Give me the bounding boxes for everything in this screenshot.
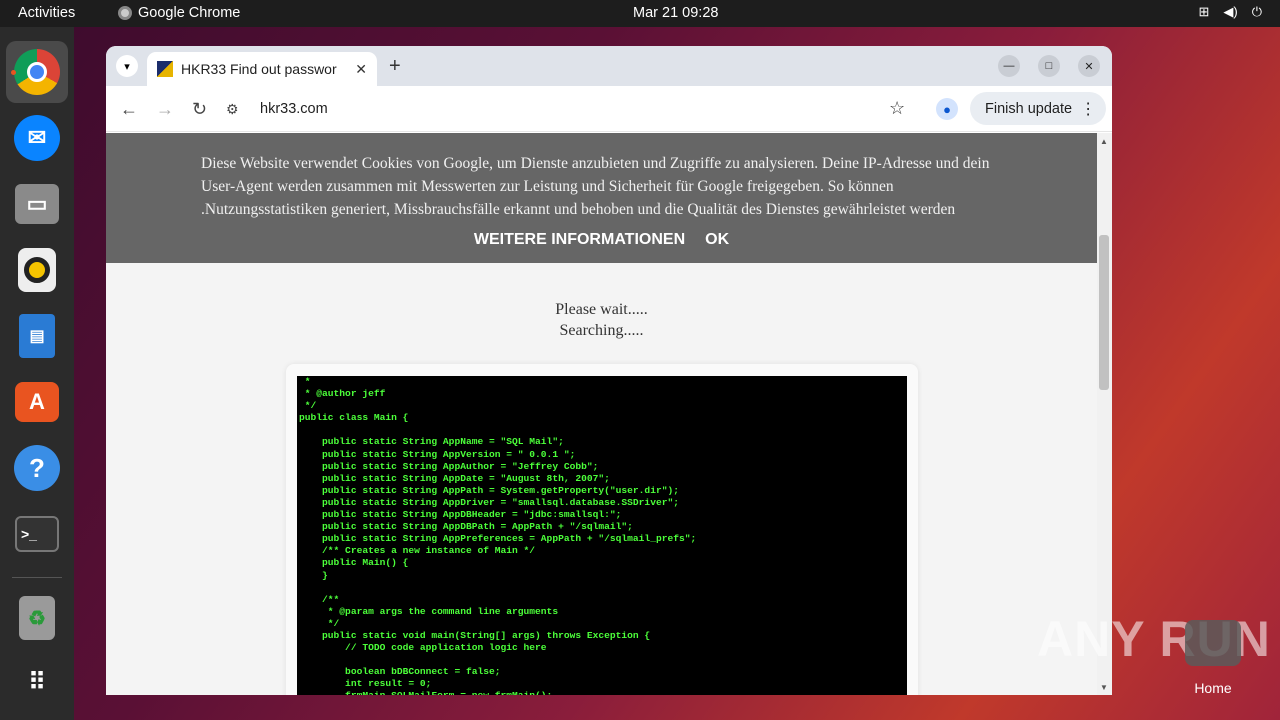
top-bar: Activities Google Chrome Mar 21 09:28 ⊞ … bbox=[0, 0, 1280, 27]
maximize-icon: □ bbox=[1045, 60, 1053, 72]
more-info-link[interactable]: WEITERE INFORMATIONEN bbox=[474, 231, 685, 249]
dock-item-show-apps[interactable]: ⠿ bbox=[6, 651, 68, 713]
home-label: Home bbox=[1194, 680, 1232, 696]
address-bar[interactable]: ⚙ hkr33.com bbox=[226, 93, 916, 125]
terminal-code: * * @author jeff */ public class Main { … bbox=[299, 376, 697, 695]
dock-item-terminal[interactable]: >_ bbox=[6, 503, 68, 565]
trash-icon: ♻ bbox=[19, 596, 55, 640]
close-tab-icon[interactable]: ✕ bbox=[355, 61, 367, 78]
finish-update-button[interactable]: Finish update ⋮ bbox=[970, 92, 1106, 125]
terminal-icon: >_ bbox=[15, 516, 59, 552]
tab-search-button[interactable]: ▾ bbox=[116, 55, 138, 77]
reload-button[interactable]: ↻ bbox=[192, 99, 207, 120]
back-button[interactable]: ← bbox=[120, 99, 138, 120]
chrome-icon bbox=[118, 6, 132, 20]
ok-button[interactable]: OK bbox=[705, 231, 729, 249]
chrome-window: ▾ HKR33 Find out passwor ✕ + — □ ✕ ← → ↻… bbox=[106, 46, 1112, 695]
volume-icon: ◀) bbox=[1223, 4, 1238, 19]
cookie-text: Diese Website verwendet Cookies von Goog… bbox=[201, 155, 990, 218]
finish-update-label: Finish update bbox=[985, 100, 1073, 117]
dock-item-trash[interactable]: ♻ bbox=[6, 587, 68, 649]
dock-item-rhythmbox[interactable] bbox=[6, 239, 68, 301]
page-viewport: Diese Website verwendet Cookies von Goog… bbox=[106, 133, 1112, 695]
close-window-button[interactable]: ✕ bbox=[1078, 55, 1100, 77]
tab-strip: ▾ HKR33 Find out passwor ✕ + — □ ✕ bbox=[106, 46, 1112, 86]
browser-toolbar: ← → ↻ ⚙ hkr33.com ☆ ● Finish update ⋮ bbox=[106, 86, 1112, 132]
url-text: hkr33.com bbox=[260, 101, 328, 117]
app-store-icon: A bbox=[15, 382, 59, 422]
system-tray[interactable]: ⊞ ◀) ⏻ bbox=[1198, 4, 1262, 20]
thunderbird-icon: ✉ bbox=[14, 115, 60, 161]
forward-button[interactable]: → bbox=[156, 99, 174, 120]
home-folder-icon bbox=[1185, 620, 1241, 666]
writer-icon: ▤ bbox=[19, 314, 55, 358]
dock: ✉ ▭ ▤ A ? >_ ♻ ⠿ bbox=[0, 27, 74, 720]
reload-icon: ↻ bbox=[192, 99, 208, 119]
wait-message: Please wait..... Searching..... bbox=[106, 299, 1097, 341]
dock-item-help[interactable]: ? bbox=[6, 437, 68, 499]
tab-active[interactable]: HKR33 Find out passwor ✕ bbox=[147, 52, 377, 86]
activities-button[interactable]: Activities bbox=[18, 5, 75, 21]
desktop-home-folder[interactable]: Home bbox=[1180, 620, 1246, 696]
tab-title: HKR33 Find out passwor bbox=[181, 61, 337, 77]
clock[interactable]: Mar 21 09:28 bbox=[633, 5, 718, 21]
chevron-down-icon: ▾ bbox=[124, 60, 130, 73]
network-icon: ⊞ bbox=[1198, 4, 1210, 19]
minimize-icon: — bbox=[1003, 60, 1015, 72]
scrollbar-thumb[interactable] bbox=[1099, 235, 1109, 390]
site-info-icon[interactable]: ⚙ bbox=[226, 101, 244, 118]
dock-item-writer[interactable]: ▤ bbox=[6, 305, 68, 367]
new-tab-button[interactable]: + bbox=[389, 55, 401, 78]
rhythmbox-icon bbox=[18, 248, 56, 292]
maximize-button[interactable]: □ bbox=[1038, 55, 1060, 77]
more-vert-icon: ⋮ bbox=[1080, 100, 1097, 118]
dock-item-chrome[interactable] bbox=[6, 41, 68, 103]
dock-separator bbox=[12, 577, 62, 578]
grid-icon: ⠿ bbox=[28, 668, 46, 696]
bookmark-star-icon[interactable]: ☆ bbox=[889, 98, 905, 119]
chrome-icon bbox=[14, 49, 60, 95]
folder-icon: ▭ bbox=[15, 184, 59, 224]
dock-item-app-center[interactable]: A bbox=[6, 371, 68, 433]
help-icon: ? bbox=[14, 445, 60, 491]
dock-item-files[interactable]: ▭ bbox=[6, 173, 68, 235]
minimize-button[interactable]: — bbox=[998, 55, 1020, 77]
back-arrow-icon: ← bbox=[120, 99, 138, 119]
forward-arrow-icon: → bbox=[156, 99, 174, 119]
code-terminal: * * @author jeff */ public class Main { … bbox=[297, 376, 907, 695]
app-name: Google Chrome bbox=[138, 5, 241, 21]
scroll-up-icon[interactable]: ▲ bbox=[1100, 137, 1108, 146]
running-indicator bbox=[11, 70, 16, 75]
scroll-down-icon[interactable]: ▼ bbox=[1100, 683, 1108, 692]
wait-line: Please wait..... bbox=[555, 301, 648, 318]
searching-line: Searching..... bbox=[559, 322, 644, 339]
power-icon: ⏻ bbox=[1251, 4, 1262, 19]
cookie-banner: Diese Website verwendet Cookies von Goog… bbox=[106, 133, 1097, 263]
profile-avatar-icon[interactable]: ● bbox=[936, 98, 958, 120]
app-menu[interactable]: Google Chrome bbox=[118, 5, 240, 21]
close-icon: ✕ bbox=[1084, 60, 1094, 73]
site-favicon-icon bbox=[157, 61, 173, 77]
dock-item-thunderbird[interactable]: ✉ bbox=[6, 107, 68, 169]
